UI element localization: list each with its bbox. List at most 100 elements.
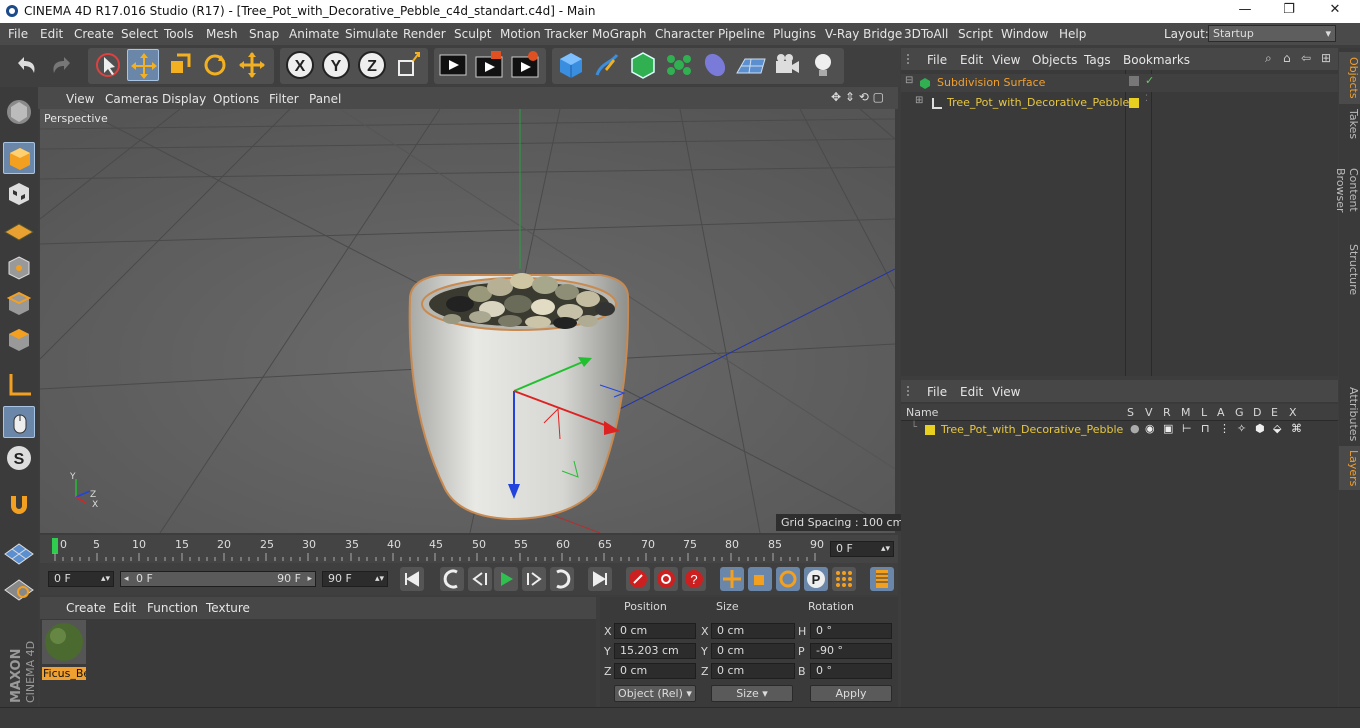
undo-button[interactable] <box>10 49 42 81</box>
column-solo[interactable]: S <box>1127 406 1134 419</box>
workplane-snap-icon[interactable] <box>3 534 35 566</box>
material-menu-texture[interactable]: Texture <box>206 601 250 615</box>
position-y-field[interactable]: 15.203 cm <box>614 643 696 659</box>
go-to-end-button[interactable] <box>588 567 612 591</box>
x-axis-lock-icon[interactable]: X <box>284 49 316 81</box>
generator-icon[interactable]: ✧ <box>1237 422 1246 435</box>
material-menu-function[interactable]: Function <box>147 601 198 615</box>
render-view-icon[interactable] <box>437 49 469 81</box>
pot-model[interactable] <box>408 273 630 521</box>
rotate-tool-icon[interactable] <box>199 49 231 81</box>
manager-tree-icon[interactable]: ⊢ <box>1182 422 1192 435</box>
column-xref[interactable]: X <box>1289 406 1297 419</box>
xref-icon[interactable]: ⌘ <box>1291 422 1302 435</box>
viewport-menu-options[interactable]: Options <box>213 92 259 106</box>
menu-3dtoall[interactable]: 3DToAll <box>904 27 948 41</box>
visibility-dots-icon[interactable]: ⁚ <box>1145 94 1148 104</box>
menu-simulate[interactable]: Simulate <box>345 27 398 41</box>
menu-window[interactable]: Window <box>1001 27 1048 41</box>
viewport-menu-cameras[interactable]: Cameras <box>105 92 158 106</box>
next-frame-button[interactable] <box>522 567 546 591</box>
layer-color-swatch[interactable] <box>925 425 935 435</box>
perspective-viewport[interactable]: Y Z X <box>40 109 895 533</box>
viewport-menu-view[interactable]: View <box>66 92 94 106</box>
home-icon[interactable]: ⌂ <box>1283 51 1291 65</box>
key-parameter-button[interactable]: P <box>804 567 828 591</box>
layer-color-swatch[interactable] <box>1129 98 1139 108</box>
enabled-check-icon[interactable]: ✓ <box>1145 74 1154 87</box>
size-y-field[interactable]: 0 cm <box>711 643 795 659</box>
previous-keyframe-button[interactable] <box>440 567 464 591</box>
render-clapper-icon[interactable]: ▣ <box>1163 422 1173 435</box>
rotation-p-field[interactable]: -90 ° <box>810 643 892 659</box>
objects-menu-edit[interactable]: Edit <box>960 53 983 67</box>
objects-menu-tags[interactable]: Tags <box>1084 53 1111 67</box>
menu-script[interactable]: Script <box>958 27 993 41</box>
new-panel-icon[interactable]: ⊞ <box>1321 51 1331 65</box>
lock-icon[interactable]: ⊓ <box>1201 422 1210 435</box>
column-locked[interactable]: L <box>1201 406 1207 419</box>
rotation-h-field[interactable]: 0 ° <box>810 623 892 639</box>
layer-name[interactable]: Tree_Pot_with_Decorative_Pebble <box>941 423 1123 436</box>
viewport-menu-filter[interactable]: Filter <box>269 92 299 106</box>
edges-mode-icon[interactable] <box>3 288 35 320</box>
objects-menu-file[interactable]: File <box>927 53 947 67</box>
size-z-field[interactable]: 0 cm <box>711 663 795 679</box>
z-axis-lock-icon[interactable]: Z <box>356 49 388 81</box>
layers-menu-edit[interactable]: Edit <box>960 385 983 399</box>
tab-layers[interactable]: Layers <box>1339 446 1360 490</box>
menu-render[interactable]: Render <box>403 27 446 41</box>
menu-help[interactable]: Help <box>1059 27 1086 41</box>
column-deformers[interactable]: D <box>1253 406 1261 419</box>
solo-toggle-icon[interactable]: ● <box>1130 422 1140 435</box>
object-row-pot[interactable]: ⊞ Tree_Pot_with_Decorative_Pebble ⁚ <box>901 94 1338 112</box>
menu-select[interactable]: Select <box>121 27 158 41</box>
make-editable-icon[interactable] <box>3 96 35 128</box>
start-frame-field[interactable]: 0 F ▴▾ <box>48 571 114 587</box>
cloner-icon[interactable] <box>663 49 695 81</box>
tweak-mode-icon[interactable] <box>3 406 35 438</box>
menu-create[interactable]: Create <box>74 27 114 41</box>
coordinate-mode-dropdown[interactable]: Object (Rel) ▾ <box>614 685 696 702</box>
layer-row[interactable]: └ Tree_Pot_with_Decorative_Pebble ● ◉ ▣ … <box>901 422 1338 438</box>
close-button[interactable]: ✕ <box>1320 2 1350 17</box>
objects-menu-bookmarks[interactable]: Bookmarks <box>1123 53 1190 67</box>
position-z-field[interactable]: 0 cm <box>614 663 696 679</box>
go-to-start-button[interactable] <box>400 567 424 591</box>
cube-primitive-icon[interactable] <box>555 49 587 81</box>
points-mode-icon[interactable] <box>3 252 35 284</box>
column-generators[interactable]: G <box>1235 406 1244 419</box>
menu-edit[interactable]: Edit <box>40 27 63 41</box>
keyframe-selection-button[interactable]: ? <box>682 567 706 591</box>
objects-menu-view[interactable]: View <box>992 53 1020 67</box>
layers-menu-view[interactable]: View <box>992 385 1020 399</box>
pen-spline-icon[interactable] <box>591 49 623 81</box>
live-selection-icon[interactable] <box>92 49 124 81</box>
locked-workplane-icon[interactable] <box>3 570 35 602</box>
menu-character[interactable]: Character <box>655 27 714 41</box>
menu-vray-bridge[interactable]: V-Ray Bridge <box>825 27 902 41</box>
column-expressions[interactable]: E <box>1271 406 1278 419</box>
subdivision-surface-icon[interactable] <box>627 49 659 81</box>
record-keys-button[interactable] <box>626 567 650 591</box>
frame-range-slider[interactable]: ◂ 0 F 90 F ▸ <box>120 571 316 587</box>
visibility-eye-icon[interactable]: ◉ <box>1145 422 1155 435</box>
light-icon[interactable] <box>807 49 839 81</box>
tab-attributes[interactable]: Attributes <box>1339 382 1360 446</box>
play-forward-button[interactable] <box>494 567 518 591</box>
position-x-field[interactable]: 0 cm <box>614 623 696 639</box>
model-mode-icon[interactable] <box>3 142 35 174</box>
objects-menu-objects[interactable]: Objects <box>1032 53 1077 67</box>
maximize-button[interactable]: ❐ <box>1274 2 1304 17</box>
expand-plus-icon[interactable]: ⊞ <box>915 95 923 106</box>
size-mode-dropdown[interactable]: Size ▾ <box>711 685 793 702</box>
menu-animate[interactable]: Animate <box>289 27 339 41</box>
animation-film-icon[interactable]: ⋮ <box>1219 422 1230 435</box>
snap-icon[interactable]: S <box>3 442 35 474</box>
coordinate-system-icon[interactable] <box>393 49 425 81</box>
next-keyframe-button[interactable] <box>550 567 574 591</box>
recent-tool-icon[interactable] <box>236 49 268 81</box>
key-point-level-button[interactable] <box>832 567 856 591</box>
expression-icon[interactable]: ⬙ <box>1273 422 1281 435</box>
end-frame-field[interactable]: 90 F ▴▾ <box>322 571 388 587</box>
